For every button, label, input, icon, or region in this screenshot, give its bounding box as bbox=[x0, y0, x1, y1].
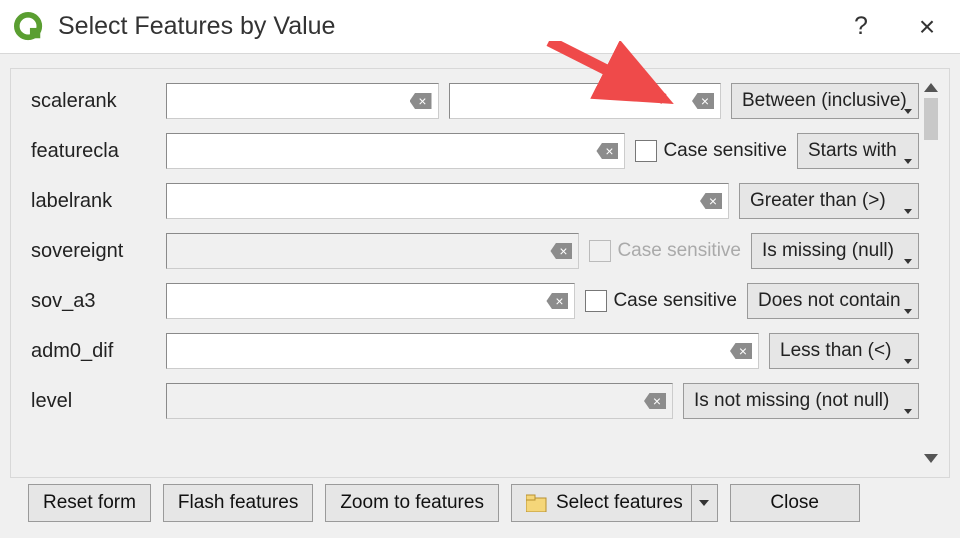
qgis-logo-icon bbox=[14, 12, 44, 42]
row-sovereignt: sovereignt Case sensitive Is missing (nu… bbox=[31, 231, 919, 271]
select-features-dropdown[interactable] bbox=[691, 485, 717, 521]
scalerank-max-input[interactable] bbox=[449, 83, 722, 119]
field-label: sovereignt bbox=[31, 240, 166, 263]
sovereignt-case-sensitive-checkbox: Case sensitive bbox=[589, 240, 741, 262]
dialog-footer: Reset form Flash features Zoom to featur… bbox=[0, 478, 960, 538]
clear-icon[interactable] bbox=[692, 93, 714, 109]
help-button[interactable]: ? bbox=[828, 12, 894, 41]
reset-form-button[interactable]: Reset form bbox=[28, 484, 151, 522]
select-icon bbox=[526, 494, 548, 512]
close-window-button[interactable]: × bbox=[894, 11, 960, 43]
scalerank-min-input[interactable] bbox=[166, 83, 439, 119]
vertical-scrollbar[interactable] bbox=[919, 81, 943, 465]
row-level: level Is not missing (not null) bbox=[31, 381, 919, 421]
featurecla-input[interactable] bbox=[166, 133, 625, 169]
zoom-to-features-button[interactable]: Zoom to features bbox=[325, 484, 499, 522]
row-scalerank: scalerank Between (inclusive) bbox=[31, 81, 919, 121]
adm0-dif-input[interactable] bbox=[166, 333, 759, 369]
field-label: adm0_dif bbox=[31, 340, 166, 363]
checkbox-label: Case sensitive bbox=[613, 290, 737, 312]
button-label: Close bbox=[770, 492, 819, 514]
labelrank-input[interactable] bbox=[166, 183, 729, 219]
sov-a3-operator-button[interactable]: Does not contain bbox=[747, 283, 919, 319]
scroll-down-icon[interactable] bbox=[924, 454, 938, 463]
field-rows: scalerank Between (inclusive) featurecla… bbox=[31, 81, 919, 465]
clear-icon[interactable] bbox=[700, 193, 722, 209]
sov-a3-input[interactable] bbox=[166, 283, 575, 319]
flash-features-button[interactable]: Flash features bbox=[163, 484, 313, 522]
operator-label: Less than (<) bbox=[780, 340, 891, 362]
field-label: scalerank bbox=[31, 90, 166, 113]
row-featurecla: featurecla Case sensitive Starts with bbox=[31, 131, 919, 171]
sovereignt-operator-button[interactable]: Is missing (null) bbox=[751, 233, 919, 269]
field-label: level bbox=[31, 390, 166, 413]
clear-icon[interactable] bbox=[596, 143, 618, 159]
level-operator-button[interactable]: Is not missing (not null) bbox=[683, 383, 919, 419]
button-label: Flash features bbox=[178, 492, 298, 514]
adm0-dif-operator-button[interactable]: Less than (<) bbox=[769, 333, 919, 369]
scalerank-operator-button[interactable]: Between (inclusive) bbox=[731, 83, 919, 119]
scroll-thumb[interactable] bbox=[924, 98, 938, 140]
operator-label: Greater than (>) bbox=[750, 190, 886, 212]
clear-icon[interactable] bbox=[730, 343, 752, 359]
button-label: Reset form bbox=[43, 492, 136, 514]
operator-label: Does not contain bbox=[758, 290, 901, 312]
row-adm0-dif: adm0_dif Less than (<) bbox=[31, 331, 919, 371]
featurecla-operator-button[interactable]: Starts with bbox=[797, 133, 919, 169]
clear-icon[interactable] bbox=[410, 93, 432, 109]
clear-icon bbox=[550, 243, 572, 259]
window-title: Select Features by Value bbox=[58, 12, 828, 41]
operator-label: Starts with bbox=[808, 140, 897, 162]
operator-label: Is missing (null) bbox=[762, 240, 894, 262]
level-input bbox=[166, 383, 673, 419]
scroll-up-icon[interactable] bbox=[924, 83, 938, 92]
clear-icon[interactable] bbox=[546, 293, 568, 309]
field-label: sov_a3 bbox=[31, 290, 166, 313]
select-features-button[interactable]: Select features bbox=[511, 484, 718, 522]
close-button[interactable]: Close bbox=[730, 484, 860, 522]
row-sov-a3: sov_a3 Case sensitive Does not contain bbox=[31, 281, 919, 321]
button-label: Select features bbox=[556, 492, 683, 514]
sov-a3-case-sensitive-checkbox[interactable]: Case sensitive bbox=[585, 290, 737, 312]
operator-label: Between (inclusive) bbox=[742, 90, 907, 112]
row-labelrank: labelrank Greater than (>) bbox=[31, 181, 919, 221]
titlebar: Select Features by Value ? × bbox=[0, 0, 960, 54]
field-label: labelrank bbox=[31, 190, 166, 213]
sovereignt-input bbox=[166, 233, 579, 269]
labelrank-operator-button[interactable]: Greater than (>) bbox=[739, 183, 919, 219]
clear-icon bbox=[644, 393, 666, 409]
form-area: scalerank Between (inclusive) featurecla… bbox=[10, 68, 950, 478]
checkbox-label: Case sensitive bbox=[663, 140, 787, 162]
button-label: Zoom to features bbox=[340, 492, 484, 514]
operator-label: Is not missing (not null) bbox=[694, 390, 889, 412]
dialog-select-features-by-value: Select Features by Value ? × scalerank B… bbox=[0, 0, 960, 538]
checkbox-label: Case sensitive bbox=[617, 240, 741, 262]
field-label: featurecla bbox=[31, 140, 166, 163]
featurecla-case-sensitive-checkbox[interactable]: Case sensitive bbox=[635, 140, 787, 162]
